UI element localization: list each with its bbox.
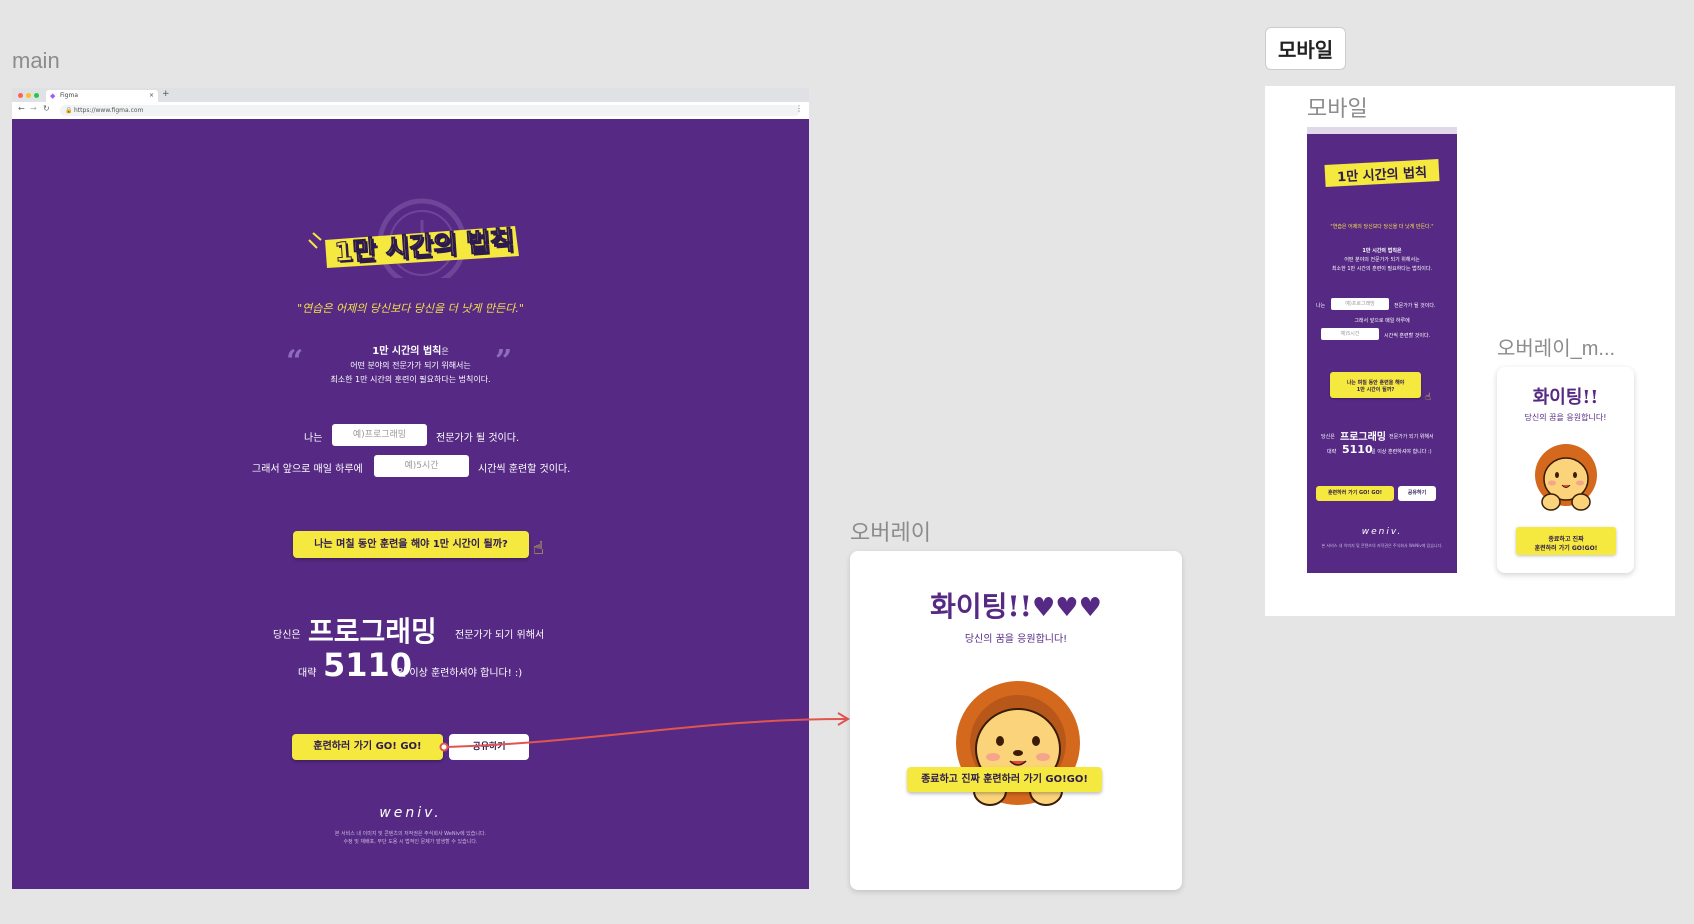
hearts-icon: ♥♥♥ [1031,593,1102,623]
overlay-heading: 화이팅!!♥♥♥ [850,585,1182,625]
overlay-close-button[interactable]: 종료하고 진짜 훈련하러 가기 GO!GO! [907,767,1102,792]
mobile-calc-line-1: 나는 며칠 동안 훈련을 해야 [1346,380,1405,386]
mobile-status-bar [1307,127,1457,134]
mobile-calculate-button[interactable]: 나는 며칠 동안 훈련을 해야 1만 시간이 될까? [1330,372,1421,398]
overlay-m-close-line-2: 훈련하러 가기 GO!GO! [1534,545,1598,552]
mobile-result-field: 프로그래밍 [1340,432,1386,443]
lion-mascot-icon [956,681,1080,806]
mobile-rule-title: 1만 시간의 법칙은 [1362,248,1402,254]
overlay-heading-text: 화이팅!! [930,590,1032,623]
overlay-m-close-button[interactable]: 종료하고 진짜 훈련하러 가기 GO!GO! [1516,527,1616,555]
mobile-time-input[interactable]: 예)5시간 [1321,328,1379,340]
overlay-m-frame: 화이팅!! 당신의 꿈을 응원합니다! 종료하고 진짜 훈련하러 가기 GO!G… [1497,367,1634,573]
mobile-time-suffix: 시간씩 훈련할 것이다. [1384,333,1431,339]
mobile-days-value: 5110 [1342,443,1373,456]
mobile-go-button[interactable]: 훈련하러 가기 GO! GO! [1316,486,1394,501]
mobile-quote: "연습은 어제의 당신보다 당신을 더 낫게 만든다." [1330,224,1434,230]
mobile-field-prefix: 나는 [1316,303,1326,309]
overlay-m-heading: 화이팅!! [1532,387,1599,408]
overlay-m-frame-label[interactable]: 오버레이_m... [1497,332,1615,361]
mobile-frame: 1만 시간의 법칙 "연습은 어제의 당신보다 당신을 더 낫게 만든다." 1… [1307,127,1457,573]
overlay-frame: 화이팅!!♥♥♥ 당신의 꿈을 응원합니다! 종료하고 진짜 훈련하러 가기 G… [850,551,1182,890]
mobile-calc-line-2: 1만 시간이 될까? [1356,387,1395,393]
mobile-days-suffix: 일 이상 훈련하셔야 합니다 :) [1371,449,1432,455]
overlay-subheading: 당신의 꿈을 응원합니다! [964,634,1068,645]
overlay-m-lion-icon [1535,444,1597,511]
mobile-weniv-logo: weniv. [1361,527,1403,537]
mobile-days-prefix: 대략 [1327,449,1337,455]
mobile-field-input[interactable]: 예)프로그래밍 [1331,298,1389,310]
overlay-m-close-line-1: 종료하고 진짜 [1548,536,1584,543]
mobile-frame-label[interactable]: 모바일 [1307,91,1368,123]
mobile-footer: 본 서비스 내 이미지 및 콘텐츠의 저작권은 주식회사 WeNiv에 있습니다… [1321,543,1443,548]
mobile-share-button[interactable]: 공유하기 [1398,486,1436,501]
mobile-rule-line-3: 최소한 1만 시간의 훈련이 필요하다는 법칙이다. [1331,266,1433,272]
overlay-m-subheading: 당신의 꿈을 응원합니다! [1524,413,1607,422]
mobile-field-suffix: 전문가가 될 것이다. [1394,303,1436,309]
mobile-rule-line-2: 어떤 분야의 전문가가 되기 위해서는 [1344,257,1420,263]
mobile-pointer-hand-icon: ☝ [1425,392,1432,403]
mobile-result-suffix: 전문가가 되기 위해서 [1389,434,1434,440]
mobile-time-line: 그래서 앞으로 매일 하루에 [1354,318,1410,324]
mobile-result-prefix: 당신은 [1321,434,1335,440]
